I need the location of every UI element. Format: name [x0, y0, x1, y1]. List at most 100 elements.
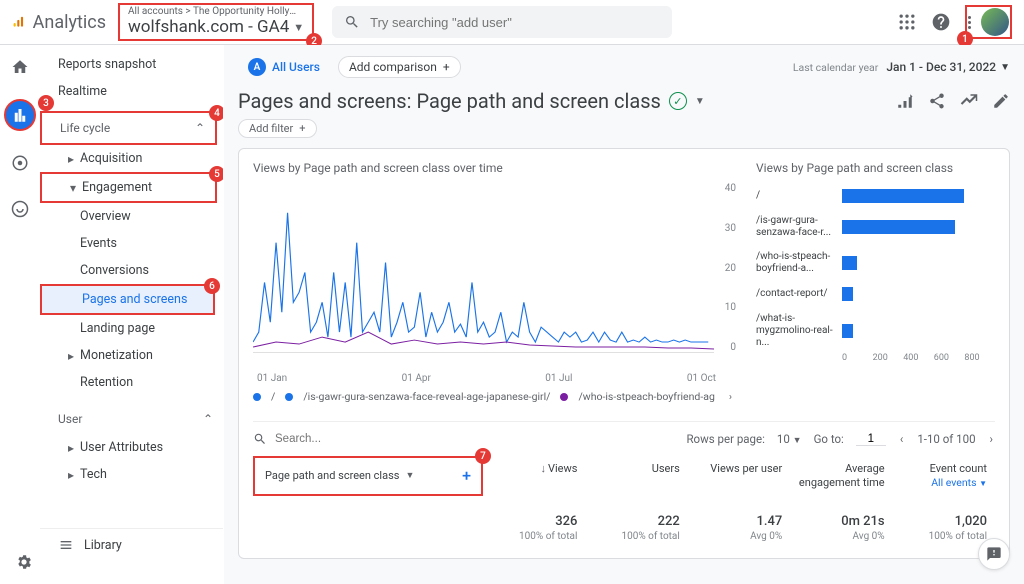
search-icon	[253, 432, 267, 446]
add-comparison-button[interactable]: Add comparison +	[338, 56, 461, 78]
date-range-value: Jan 1 - Dec 31, 2022	[886, 60, 996, 74]
bar-row[interactable]: /who-is-stpeach-boyfriend-a...	[756, 251, 995, 275]
metric-head-vpu[interactable]: Views per user	[688, 456, 790, 496]
sidebar-eng-overview[interactable]: Overview	[40, 203, 223, 230]
legend-label: /is-gawr-gura-senzawa-face-reveal-age-ja…	[303, 390, 550, 403]
rail-home[interactable]	[6, 53, 34, 81]
x-tick: 200	[873, 353, 904, 363]
search-box[interactable]	[332, 6, 672, 38]
metric-head-event-count[interactable]: Event count All events ▼	[893, 456, 995, 496]
rail-reports[interactable]: 3	[4, 99, 36, 131]
callout-4: 4	[209, 105, 224, 121]
bar-row[interactable]: /is-gawr-gura-senzawa-face-r...	[756, 215, 995, 239]
edit-icon[interactable]	[992, 92, 1010, 110]
metric-label: Event count	[930, 462, 987, 475]
sidebar-reports-snapshot[interactable]: Reports snapshot	[40, 51, 223, 78]
table-search[interactable]	[253, 432, 670, 446]
sidebar-eng-conversions[interactable]: Conversions	[40, 257, 223, 284]
bar-row[interactable]: /	[756, 189, 995, 203]
legend-label: /who-is-stpeach-boyfriend-ag	[578, 390, 714, 403]
sidebar-eng-pages[interactable]: Pages and screens	[40, 284, 215, 315]
rows-per-page-label: Rows per page:	[686, 432, 764, 446]
report-card: Views by Page path and screen class over…	[238, 148, 1010, 559]
sidebar-realtime[interactable]: Realtime	[40, 78, 223, 105]
property-picker[interactable]: All accounts > The Opportunity Hollyw...…	[118, 3, 314, 41]
chevron-up-icon: ⌃	[195, 121, 205, 135]
metric-head-views[interactable]: ↓Views	[483, 456, 585, 496]
avatar[interactable]	[981, 8, 1009, 36]
sidebar-library[interactable]: Library	[40, 528, 223, 561]
chip-label: Add filter	[249, 122, 293, 135]
bar-x-axis: 0 200 400 600 800	[756, 353, 995, 363]
search-icon	[344, 14, 360, 30]
sidebar-monetization[interactable]: ▸Monetization	[40, 342, 223, 369]
all-users-chip[interactable]: A All Users	[238, 55, 330, 79]
date-range-label: Last calendar year	[793, 61, 879, 74]
sidebar-item-label: Monetization	[80, 348, 153, 363]
caret-right-icon: ▸	[68, 468, 74, 482]
rail-explore[interactable]	[6, 149, 34, 177]
sidebar-tech[interactable]: ▸ Tech	[40, 461, 223, 488]
account-menu[interactable]: 1	[965, 5, 1012, 39]
sidebar-retention[interactable]: Retention	[40, 369, 223, 396]
goto-input[interactable]	[856, 433, 886, 446]
bar-row[interactable]: /what-is-mygzmolino-real-n...	[756, 313, 995, 349]
table-search-input[interactable]	[275, 433, 670, 445]
chevron-down-icon: ▼	[405, 470, 414, 481]
table-controls: Rows per page: 10 ▼ Go to: ‹ 1-10 of 100…	[253, 421, 995, 446]
chevron-down-icon[interactable]: ▼	[695, 96, 705, 107]
sidebar-eng-landing[interactable]: Landing page	[40, 315, 223, 342]
bar-row[interactable]: /contact-report/	[756, 287, 995, 301]
rail-settings[interactable]	[10, 548, 38, 576]
sidebar-eng-events[interactable]: Events	[40, 230, 223, 257]
x-tick: 01 Oct	[687, 373, 716, 384]
x-tick: 01 Apr	[402, 373, 431, 384]
legend-dot-icon	[560, 393, 568, 401]
more-vert-icon[interactable]	[968, 16, 971, 29]
metric-head-users[interactable]: Users	[585, 456, 687, 496]
sidebar-acquisition[interactable]: ▸Acquisition	[40, 145, 223, 172]
sidebar-user-attributes[interactable]: ▸User Attributes	[40, 434, 223, 461]
legend-label: /	[271, 390, 275, 403]
property-breadcrumb: All accounts > The Opportunity Hollyw...	[128, 6, 298, 17]
apps-icon[interactable]	[897, 12, 917, 32]
x-tick: 600	[934, 353, 965, 363]
line-chart-plot[interactable]	[253, 183, 714, 353]
bar-chart: Views by Page path and screen class / /i…	[756, 161, 995, 403]
rows-per-page-select[interactable]: 10 ▼	[777, 432, 802, 446]
sidebar-item-label: Tech	[80, 467, 107, 482]
check-badge-icon[interactable]: ✓	[669, 92, 687, 110]
share-icon[interactable]	[928, 92, 946, 110]
dimension-picker[interactable]: Page path and screen class ▼ + 7	[253, 456, 483, 496]
sidebar-lifecycle-header[interactable]: Life cycle ⌃ 4	[40, 111, 217, 145]
logo[interactable]: Analytics	[12, 11, 106, 33]
date-range-picker[interactable]: Last calendar year Jan 1 - Dec 31, 2022 …	[793, 60, 1010, 74]
sidebar-engagement[interactable]: ▾Engagement 5	[40, 172, 217, 203]
sidebar-user-header[interactable]: User ⌃	[40, 404, 223, 434]
plus-icon: +	[443, 60, 450, 74]
sort-down-icon: ↓	[540, 462, 546, 475]
pager-next-icon[interactable]: ›	[988, 432, 995, 446]
feedback-button[interactable]	[978, 538, 1010, 570]
metric-head-aet[interactable]: Average engagement time	[790, 456, 892, 496]
trend-icon[interactable]	[960, 92, 978, 110]
add-dimension-button[interactable]: +	[462, 466, 471, 485]
total-aet: 0m 21sAvg 0%	[790, 510, 892, 546]
search-input[interactable]	[370, 15, 660, 30]
y-tick: 40	[725, 183, 736, 194]
sidebar-header-label: User	[58, 412, 82, 426]
pager-prev-icon[interactable]: ‹	[898, 432, 905, 446]
chip-label: All Users	[272, 60, 320, 74]
help-icon[interactable]	[931, 12, 951, 32]
total-vpu: 1.47Avg 0%	[688, 510, 790, 546]
report-content: A All Users Add comparison + Last calend…	[224, 45, 1024, 584]
rail-advertising[interactable]	[6, 195, 34, 223]
caret-right-icon: ▸	[68, 441, 74, 455]
add-filter-button[interactable]: Add filter +	[238, 119, 317, 138]
insights-icon[interactable]	[896, 92, 914, 110]
legend-next-icon[interactable]: ›	[725, 390, 736, 403]
bar-label: /who-is-stpeach-boyfriend-a...	[756, 251, 836, 275]
chart-legend: / /is-gawr-gura-senzawa-face-reveal-age-…	[253, 390, 736, 403]
page-title: Pages and screens: Page path and screen …	[238, 89, 705, 113]
header-actions: 1	[897, 5, 1012, 39]
